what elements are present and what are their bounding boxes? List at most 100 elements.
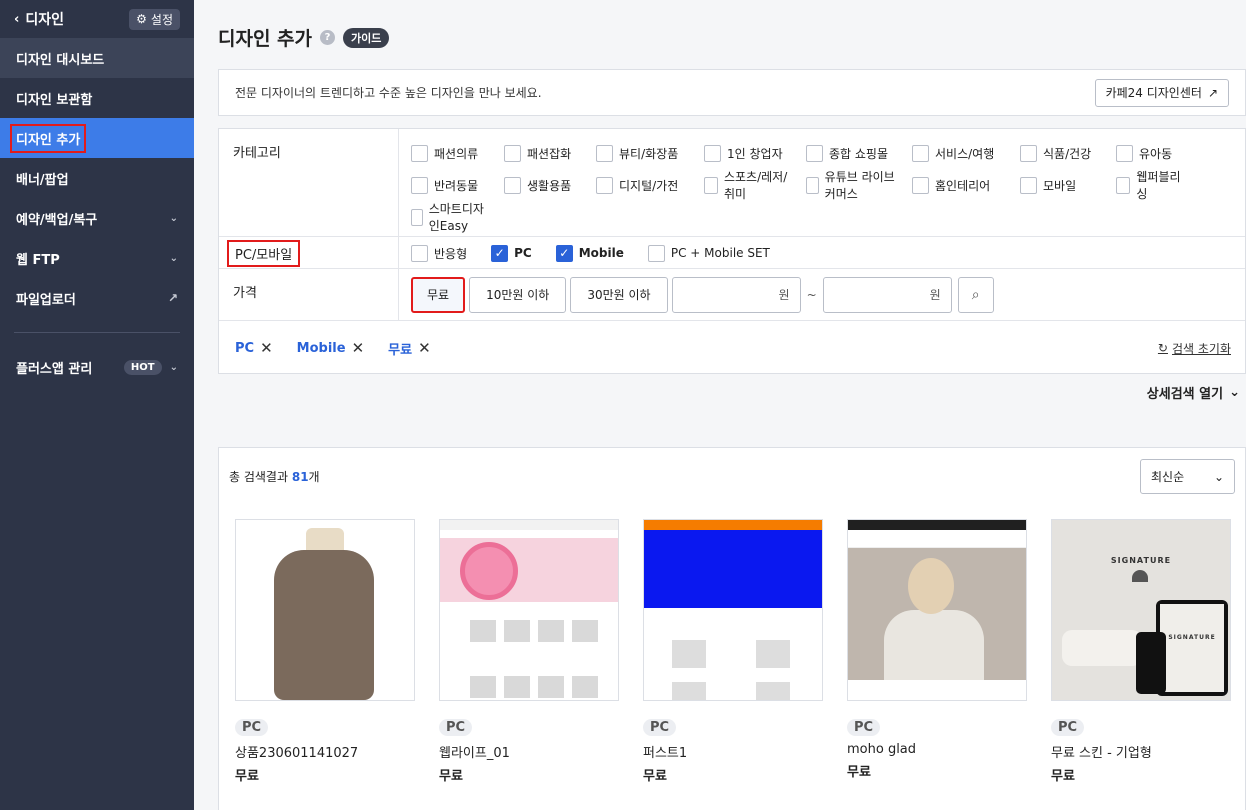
sidebar-item-file-uploader[interactable]: 파일업로더 ↗ xyxy=(0,278,194,318)
checkbox-box[interactable] xyxy=(1116,144,1133,162)
close-icon[interactable]: ✕ xyxy=(352,339,365,357)
design-card[interactable]: SIGNATURE SIGNATURE PC 무료 스킨 - 기업형 무료 xyxy=(1051,519,1231,784)
guide-button[interactable]: 가이드 xyxy=(343,27,390,48)
checkbox-label: PC xyxy=(514,246,532,260)
back-button[interactable]: ‹ 디자인 xyxy=(14,9,64,29)
price-min-input[interactable]: 원 xyxy=(671,276,801,313)
checkbox-box[interactable] xyxy=(596,176,613,194)
checkbox-box[interactable] xyxy=(704,144,721,162)
card-name[interactable]: moho glad xyxy=(847,742,1027,757)
page-title: 디자인 추가 xyxy=(218,28,313,50)
design-thumbnail[interactable] xyxy=(439,519,619,701)
sidebar-item-backup[interactable]: 예약/백업/복구 ⌄ xyxy=(0,198,194,238)
category-checkbox[interactable]: 1인 창업자 xyxy=(704,137,792,169)
design-thumbnail[interactable] xyxy=(235,519,415,701)
sort-select[interactable]: 최신순 ⌄ xyxy=(1140,459,1235,494)
category-checkbox[interactable]: 반려동물 xyxy=(411,169,490,201)
sidebar-item-plus-app[interactable]: 플러스앱 관리 HOT ⌄ xyxy=(0,347,194,387)
category-checkbox[interactable]: 유아동 xyxy=(1116,137,1182,169)
help-icon[interactable]: ? xyxy=(320,30,336,45)
price-300k-button[interactable]: 30만원 이하 xyxy=(570,276,668,313)
sidebar-item-storage[interactable]: 디자인 보관함 xyxy=(0,78,194,118)
checkbox-box[interactable] xyxy=(1020,176,1037,194)
checkbox-label: 뷰티/화장품 xyxy=(619,146,679,161)
sidebar-item-add-design[interactable]: 디자인 추가 xyxy=(0,118,194,158)
device-checkbox[interactable]: PC + Mobile SET xyxy=(647,237,770,269)
device-checkbox[interactable]: ✓ PC xyxy=(491,237,532,269)
sidebar-divider xyxy=(14,332,180,333)
checkbox-box[interactable] xyxy=(504,176,521,194)
category-checkbox[interactable]: 스마트디자인Easy xyxy=(411,201,490,233)
design-thumbnail[interactable] xyxy=(847,519,1027,701)
checkbox-box[interactable] xyxy=(411,208,423,226)
category-checkbox[interactable]: 종합 쇼핑몰 xyxy=(806,137,898,169)
device-checkbox[interactable]: ✓ Mobile xyxy=(555,237,624,269)
price-free-button[interactable]: 무료 xyxy=(411,276,466,313)
checkbox-box[interactable] xyxy=(411,244,428,262)
checkbox-box[interactable] xyxy=(912,144,929,162)
category-checkbox[interactable]: 스포츠/레저/취미 xyxy=(704,169,792,201)
category-checkbox[interactable]: 패션의류 xyxy=(411,137,490,169)
category-checkbox[interactable]: 생활용품 xyxy=(504,169,582,201)
card-name[interactable]: 상품230601141027 xyxy=(235,742,415,761)
design-card[interactable]: PC 상품230601141027 무료 xyxy=(235,519,415,784)
chevron-down-icon: ⌄ xyxy=(169,212,178,224)
device-checkbox[interactable]: 반응형 xyxy=(411,237,467,269)
category-checkbox[interactable]: 식품/건강 xyxy=(1020,137,1102,169)
card-name[interactable]: 웹라이프_01 xyxy=(439,742,619,761)
signature-text: SIGNATURE xyxy=(1110,556,1172,565)
device-label-cell: PC/모바일 xyxy=(219,237,399,268)
close-icon[interactable]: ✕ xyxy=(260,339,273,357)
category-checkbox[interactable]: 디지털/가전 xyxy=(596,169,690,201)
price-search-button[interactable]: ⌕ xyxy=(957,276,994,313)
thumb-product xyxy=(470,620,496,642)
pc-badge: PC xyxy=(1051,719,1085,736)
price-max-input[interactable]: 원 xyxy=(822,276,952,313)
checkbox-box[interactable] xyxy=(704,176,718,194)
checkbox-box[interactable] xyxy=(647,244,665,262)
checkbox-box[interactable] xyxy=(596,144,613,162)
checkbox-box[interactable] xyxy=(1116,176,1131,194)
checkbox-box[interactable] xyxy=(806,144,823,162)
chevron-down-icon: ⌄ xyxy=(169,361,178,373)
category-checkbox[interactable]: 뷰티/화장품 xyxy=(596,137,690,169)
device-options: 반응형 ✓ PC ✓ Mobile PC + Mobile SET xyxy=(399,237,1245,268)
category-checkbox[interactable]: 홈인테리어 xyxy=(912,169,1006,201)
design-thumbnail[interactable] xyxy=(643,519,823,701)
setting-button[interactable]: ⚙ 설정 xyxy=(129,8,180,30)
checkbox-box[interactable] xyxy=(411,144,428,162)
design-thumbnail[interactable]: SIGNATURE SIGNATURE xyxy=(1051,519,1231,701)
advanced-search-toggle[interactable]: 상세검색 열기 ⌄ xyxy=(1147,383,1240,402)
sidebar-item-web-ftp[interactable]: 웹 FTP ⌄ xyxy=(0,238,194,278)
design-center-button[interactable]: 카페24 디자인센터 ↗ xyxy=(1094,78,1229,107)
design-center-label: 카페24 디자인센터 xyxy=(1105,86,1202,100)
category-checkbox[interactable]: 서비스/여행 xyxy=(912,137,1006,169)
category-checkbox[interactable]: 웹퍼블리싱 xyxy=(1116,169,1182,201)
checkmark-icon[interactable]: ✓ xyxy=(491,244,509,262)
design-card[interactable]: PC moho glad 무료 xyxy=(847,519,1027,784)
design-card[interactable]: PC 웹라이프_01 무료 xyxy=(439,519,619,784)
reset-search-button[interactable]: ↻ 검색 초기화 xyxy=(1158,340,1231,357)
page-title-row: 디자인 추가 ? 가이드 xyxy=(218,24,390,51)
checkmark-icon[interactable]: ✓ xyxy=(555,244,573,262)
category-checkbox[interactable]: 패션잡화 xyxy=(504,137,582,169)
close-icon[interactable]: ✕ xyxy=(418,339,431,357)
checkbox-label: 웹퍼블리싱 xyxy=(1136,170,1181,201)
checkbox-box[interactable] xyxy=(806,176,819,194)
thumb-product xyxy=(470,676,496,698)
category-checkbox[interactable]: 모바일 xyxy=(1020,169,1102,201)
checkbox-box[interactable] xyxy=(1020,144,1037,162)
design-card[interactable]: PC 퍼스트1 무료 xyxy=(643,519,823,784)
checkbox-label: 패션잡화 xyxy=(527,146,572,161)
sidebar-item-dashboard[interactable]: 디자인 대시보드 xyxy=(0,38,194,78)
checkbox-box[interactable] xyxy=(912,176,929,194)
checkbox-box[interactable] xyxy=(411,176,428,194)
category-checkbox[interactable]: 유튜브 라이브커머스 xyxy=(806,169,898,201)
thumb-product xyxy=(756,640,790,668)
price-100k-button[interactable]: 10만원 이하 xyxy=(469,276,567,313)
category-grid: 패션의류 패션잡화 뷰티/화장품 1인 창업자 종합 쇼핑몰 서비스/여행 식품/건강 유아동… xyxy=(411,137,1196,233)
card-name[interactable]: 퍼스트1 xyxy=(643,742,823,761)
sidebar-item-banner-popup[interactable]: 배너/팝업 xyxy=(0,158,194,198)
checkbox-box[interactable] xyxy=(504,144,521,162)
card-name[interactable]: 무료 스킨 - 기업형 xyxy=(1051,742,1231,761)
